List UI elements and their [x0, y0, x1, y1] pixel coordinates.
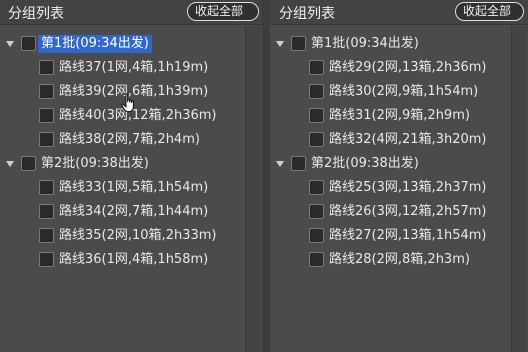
- scrollbar-track[interactable]: [511, 26, 527, 352]
- group-label[interactable]: 第1批(09:34出发): [308, 35, 422, 53]
- route-label[interactable]: 路线38(2网,7箱,2h4m): [56, 131, 203, 149]
- route-label[interactable]: 路线34(2网,7箱,1h44m): [56, 203, 211, 221]
- collapse-all-button[interactable]: 收起全部: [187, 2, 259, 21]
- group-label[interactable]: 第1批(09:34出发): [38, 35, 152, 53]
- route-checkbox[interactable]: [309, 228, 324, 243]
- route-label[interactable]: 路线25(3网,13箱,2h37m): [326, 179, 489, 197]
- group-checkbox[interactable]: [21, 36, 36, 51]
- expand-caret-icon[interactable]: [6, 41, 14, 47]
- route-checkbox[interactable]: [309, 84, 324, 99]
- route-label[interactable]: 路线29(2网,13箱,2h36m): [326, 59, 489, 77]
- route-checkbox[interactable]: [39, 228, 54, 243]
- route-checkbox[interactable]: [309, 180, 324, 195]
- route-label[interactable]: 路线33(1网,5箱,1h54m): [56, 179, 211, 197]
- route-checkbox[interactable]: [309, 108, 324, 123]
- panel-header: 分组列表 收起全部: [270, 0, 528, 25]
- route-label[interactable]: 路线37(1网,4箱,1h19m): [56, 59, 211, 77]
- group-checkbox[interactable]: [21, 156, 36, 171]
- route-label[interactable]: 路线31(2网,9箱,2h9m): [326, 107, 473, 125]
- route-label[interactable]: 路线32(4网,21箱,3h20m): [326, 131, 489, 149]
- route-label[interactable]: 路线36(1网,4箱,1h58m): [56, 251, 211, 269]
- route-checkbox[interactable]: [39, 108, 54, 123]
- panel-header: 分组列表 收起全部: [0, 0, 262, 25]
- expand-caret-icon[interactable]: [276, 41, 284, 47]
- scrollbar-track[interactable]: [245, 26, 261, 352]
- group-list-panel-right: 分组列表 收起全部 第1批(09:34出发) 路线29(2网,13箱,2h36m)…: [270, 0, 528, 352]
- route-checkbox[interactable]: [309, 252, 324, 267]
- panel-title: 分组列表: [279, 6, 335, 22]
- route-checkbox[interactable]: [39, 132, 54, 147]
- route-checkbox[interactable]: [39, 252, 54, 267]
- collapse-all-button[interactable]: 收起全部: [455, 2, 524, 21]
- panel-title: 分组列表: [8, 6, 64, 22]
- route-checkbox[interactable]: [309, 132, 324, 147]
- group-label[interactable]: 第2批(09:38出发): [38, 155, 152, 173]
- route-checkbox[interactable]: [39, 204, 54, 219]
- route-label[interactable]: 路线28(2网,8箱,2h3m): [326, 251, 473, 269]
- route-label[interactable]: 路线40(3网,12箱,2h36m): [56, 107, 219, 125]
- route-label[interactable]: 路线30(2网,9箱,1h54m): [326, 83, 481, 101]
- route-checkbox[interactable]: [39, 84, 54, 99]
- route-checkbox[interactable]: [309, 204, 324, 219]
- route-label[interactable]: 路线26(3网,12箱,2h57m): [326, 203, 489, 221]
- hand-pointer-icon: [121, 93, 134, 113]
- group-list-panel-left: 分组列表 收起全部 第1批(09:34出发) 路线37(1网,4箱,1h19m) 路…: [0, 0, 262, 352]
- route-checkbox[interactable]: [39, 180, 54, 195]
- route-label[interactable]: 路线35(2网,10箱,2h33m): [56, 227, 219, 245]
- group-checkbox[interactable]: [291, 36, 306, 51]
- route-checkbox[interactable]: [39, 60, 54, 75]
- group-label[interactable]: 第2批(09:38出发): [308, 155, 422, 173]
- group-checkbox[interactable]: [291, 156, 306, 171]
- route-label[interactable]: 路线27(2网,13箱,1h54m): [326, 227, 489, 245]
- expand-caret-icon[interactable]: [6, 161, 14, 167]
- route-checkbox[interactable]: [309, 60, 324, 75]
- expand-caret-icon[interactable]: [276, 161, 284, 167]
